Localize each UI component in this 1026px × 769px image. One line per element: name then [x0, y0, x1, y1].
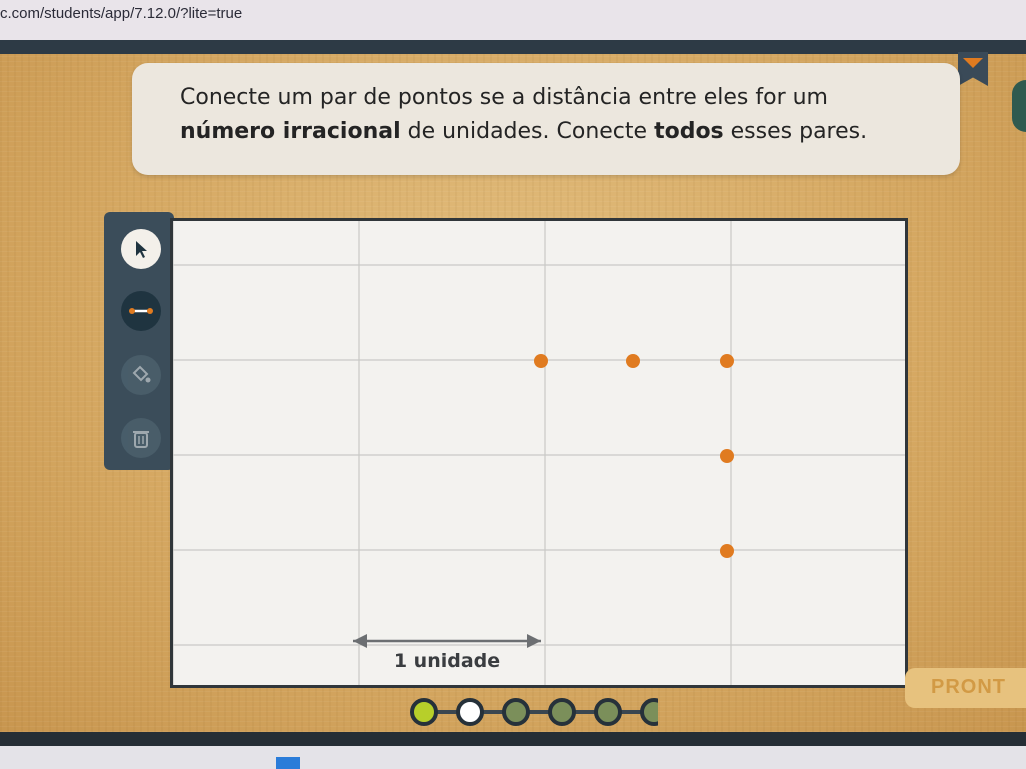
- bookmark-icon: [963, 58, 983, 68]
- prompt-text-1: Conecte um par de pontos se a distância …: [180, 85, 828, 110]
- unit-measure: 1 unidade: [353, 634, 541, 672]
- unit-arrow-right-head: [527, 634, 541, 648]
- dot-grid-canvas[interactable]: 1 unidade: [170, 218, 908, 688]
- task-prompt: Conecte um par de pontos se a distância …: [132, 63, 960, 175]
- grid-point[interactable]: [534, 354, 548, 368]
- grid-drawing: 1 unidade: [173, 221, 905, 685]
- grid-lines: [173, 221, 905, 685]
- select-tool-button[interactable]: [121, 229, 161, 269]
- progress-step[interactable]: [594, 698, 622, 726]
- prompt-text-2: de unidades. Conecte: [400, 119, 655, 144]
- grid-point[interactable]: [626, 354, 640, 368]
- grid-points: [534, 354, 734, 558]
- segment-tool-icon: [129, 308, 153, 314]
- progress-step[interactable]: [410, 698, 438, 726]
- header-band: [0, 40, 1026, 54]
- side-panel-handle[interactable]: [1012, 80, 1026, 132]
- delete-tool-button[interactable]: [121, 418, 161, 458]
- prompt-bold-all: todos: [654, 119, 724, 144]
- cursor-arrow-icon: [136, 241, 147, 258]
- os-taskbar: [0, 746, 1026, 769]
- progress-step[interactable]: [640, 698, 658, 726]
- prompt-bold-irrational: número irracional: [180, 119, 401, 144]
- paint-bucket-icon: [132, 365, 151, 383]
- grid-point[interactable]: [720, 544, 734, 558]
- unit-arrow-left-head: [353, 634, 367, 648]
- progress-step[interactable]: [502, 698, 530, 726]
- progress-indicator: [410, 698, 658, 726]
- browser-url[interactable]: c.com/students/app/7.12.0/?lite=true: [0, 0, 1026, 40]
- prompt-text-3: esses pares.: [723, 119, 868, 144]
- segment-tool-button[interactable]: [121, 291, 161, 331]
- unit-label: 1 unidade: [394, 650, 500, 672]
- fill-tool-button[interactable]: [121, 355, 161, 395]
- grid-point[interactable]: [720, 449, 734, 463]
- grid-point[interactable]: [720, 354, 734, 368]
- progress-step[interactable]: [456, 698, 484, 726]
- ready-button[interactable]: PRONT: [905, 668, 1026, 708]
- progress-step[interactable]: [548, 698, 576, 726]
- trash-icon: [133, 431, 149, 448]
- windows-start-icon[interactable]: [276, 757, 300, 769]
